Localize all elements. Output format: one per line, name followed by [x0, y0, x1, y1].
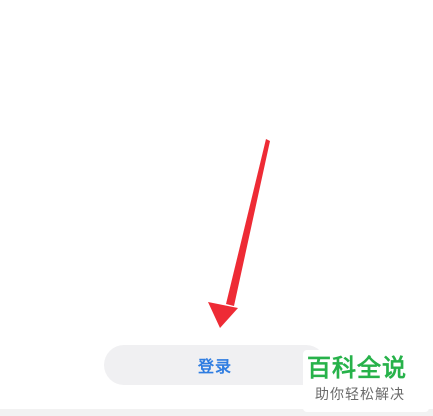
login-label: 登录 [197, 357, 232, 376]
arrow-shaft [226, 139, 270, 306]
watermark-subtitle: 助你轻松解决 [315, 387, 405, 403]
login-button[interactable]: 登录 [104, 345, 326, 385]
watermark-title: 百科全说 [307, 354, 407, 382]
screen: 登录 百科全说 助你轻松解决 [0, 0, 433, 416]
arrow-head [208, 302, 238, 328]
watermark-logo: 百科全说 助你轻松解决 [303, 350, 429, 412]
